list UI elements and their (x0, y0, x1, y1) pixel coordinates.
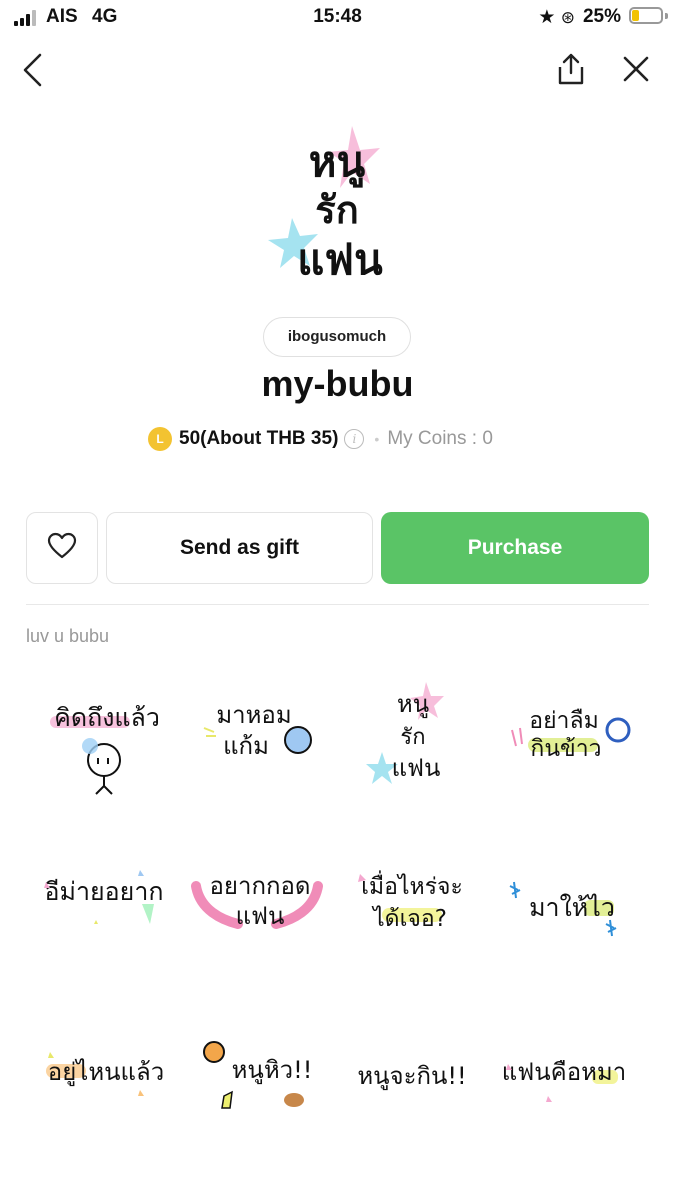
chevron-left-icon[interactable] (20, 52, 44, 93)
sticker-item[interactable]: หนูจะกิน!! (338, 980, 488, 1110)
sticker-text: รัก (400, 725, 425, 750)
sticker-text: ได้เจอ? (371, 905, 447, 932)
star-icon: ★ (538, 7, 556, 28)
cover-line-3: แฟน (297, 235, 383, 284)
close-icon[interactable] (622, 55, 650, 88)
top-nav (0, 40, 675, 100)
sticker-text: หนูจะกิน!! (357, 1062, 466, 1091)
sticker-item[interactable]: มาหอม แก้ม (186, 668, 336, 798)
coin-icon: L (148, 427, 172, 451)
my-coins-text: My Coins : 0 (387, 428, 493, 449)
sticker-text: แฟนคือหมา (502, 1058, 626, 1086)
sticker-item[interactable]: อีม่ายอยาก (32, 824, 182, 954)
sticker-item[interactable]: คิดถึงแล้ว (32, 668, 182, 798)
creator-chip[interactable]: ibogusomuch (263, 317, 411, 357)
sticker-item[interactable]: อยู่ไหนแล้ว (32, 980, 182, 1110)
sticker-text: แก้ม (223, 732, 269, 760)
sticker-item[interactable]: หนู รัก แฟน (338, 668, 488, 798)
send-as-gift-button[interactable]: Send as gift (106, 512, 373, 584)
price-text: 50(About THB 35) (179, 428, 339, 449)
rotation-lock-icon: ⊛ (560, 8, 575, 27)
sticker-text: แฟน (236, 902, 285, 930)
cover-line-1: หนู (309, 137, 366, 188)
battery-tip (665, 13, 668, 19)
sticker-item[interactable]: อยากกอด แฟน (186, 824, 336, 954)
sticker-text: แฟน (392, 754, 441, 782)
separator-dot: • (374, 431, 380, 447)
sticker-text: อยู่ไหนแล้ว (48, 1058, 164, 1087)
battery-icon (629, 7, 663, 24)
sticker-item[interactable]: อย่าลืม กินข้าว (494, 668, 644, 798)
sticker-description: luv u bubu (26, 626, 110, 646)
info-icon[interactable]: i (344, 429, 365, 449)
purchase-button[interactable]: Purchase (381, 512, 649, 584)
sticker-text: กินข้าว (530, 736, 601, 762)
price-line: L 50(About THB 35) i • My Coins : 0 (148, 424, 493, 454)
sticker-text: อยากกอด (209, 872, 310, 900)
sticker-item[interactable]: หนูหิว!! (186, 980, 336, 1110)
heart-outline-icon (47, 532, 77, 565)
sticker-text: เมื่อไหร่จะ (361, 870, 463, 900)
sticker-text: หนู (397, 690, 429, 719)
favorite-button[interactable] (26, 512, 98, 584)
battery-percent: 25% (582, 6, 621, 27)
page-title: my-bubu (261, 363, 414, 404)
sticker-item[interactable]: แฟนคือหมา (494, 980, 644, 1110)
sticker-item[interactable]: เมื่อไหร่จะ ได้เจอ? (338, 824, 488, 954)
status-icons: ★ ⊛ (538, 6, 575, 29)
share-icon[interactable] (555, 52, 587, 91)
cover-line-2: รัก (315, 188, 358, 232)
sticker-text: อีม่ายอยาก (44, 877, 163, 906)
divider (26, 604, 649, 605)
sticker-text: มาหอม (216, 701, 291, 729)
sticker-cover-image: หนู รัก แฟน (252, 118, 422, 288)
sticker-item[interactable]: มาให้ไว (494, 824, 644, 954)
sticker-text: อย่าลืม (529, 708, 598, 734)
sticker-text: มาให้ไว (529, 893, 615, 922)
status-bar: AIS 4G 15:48 ★ ⊛ 25% (0, 0, 675, 36)
sticker-text: คิดถึงแล้ว (54, 703, 160, 732)
sticker-text: หนูหิว!! (232, 1056, 313, 1085)
